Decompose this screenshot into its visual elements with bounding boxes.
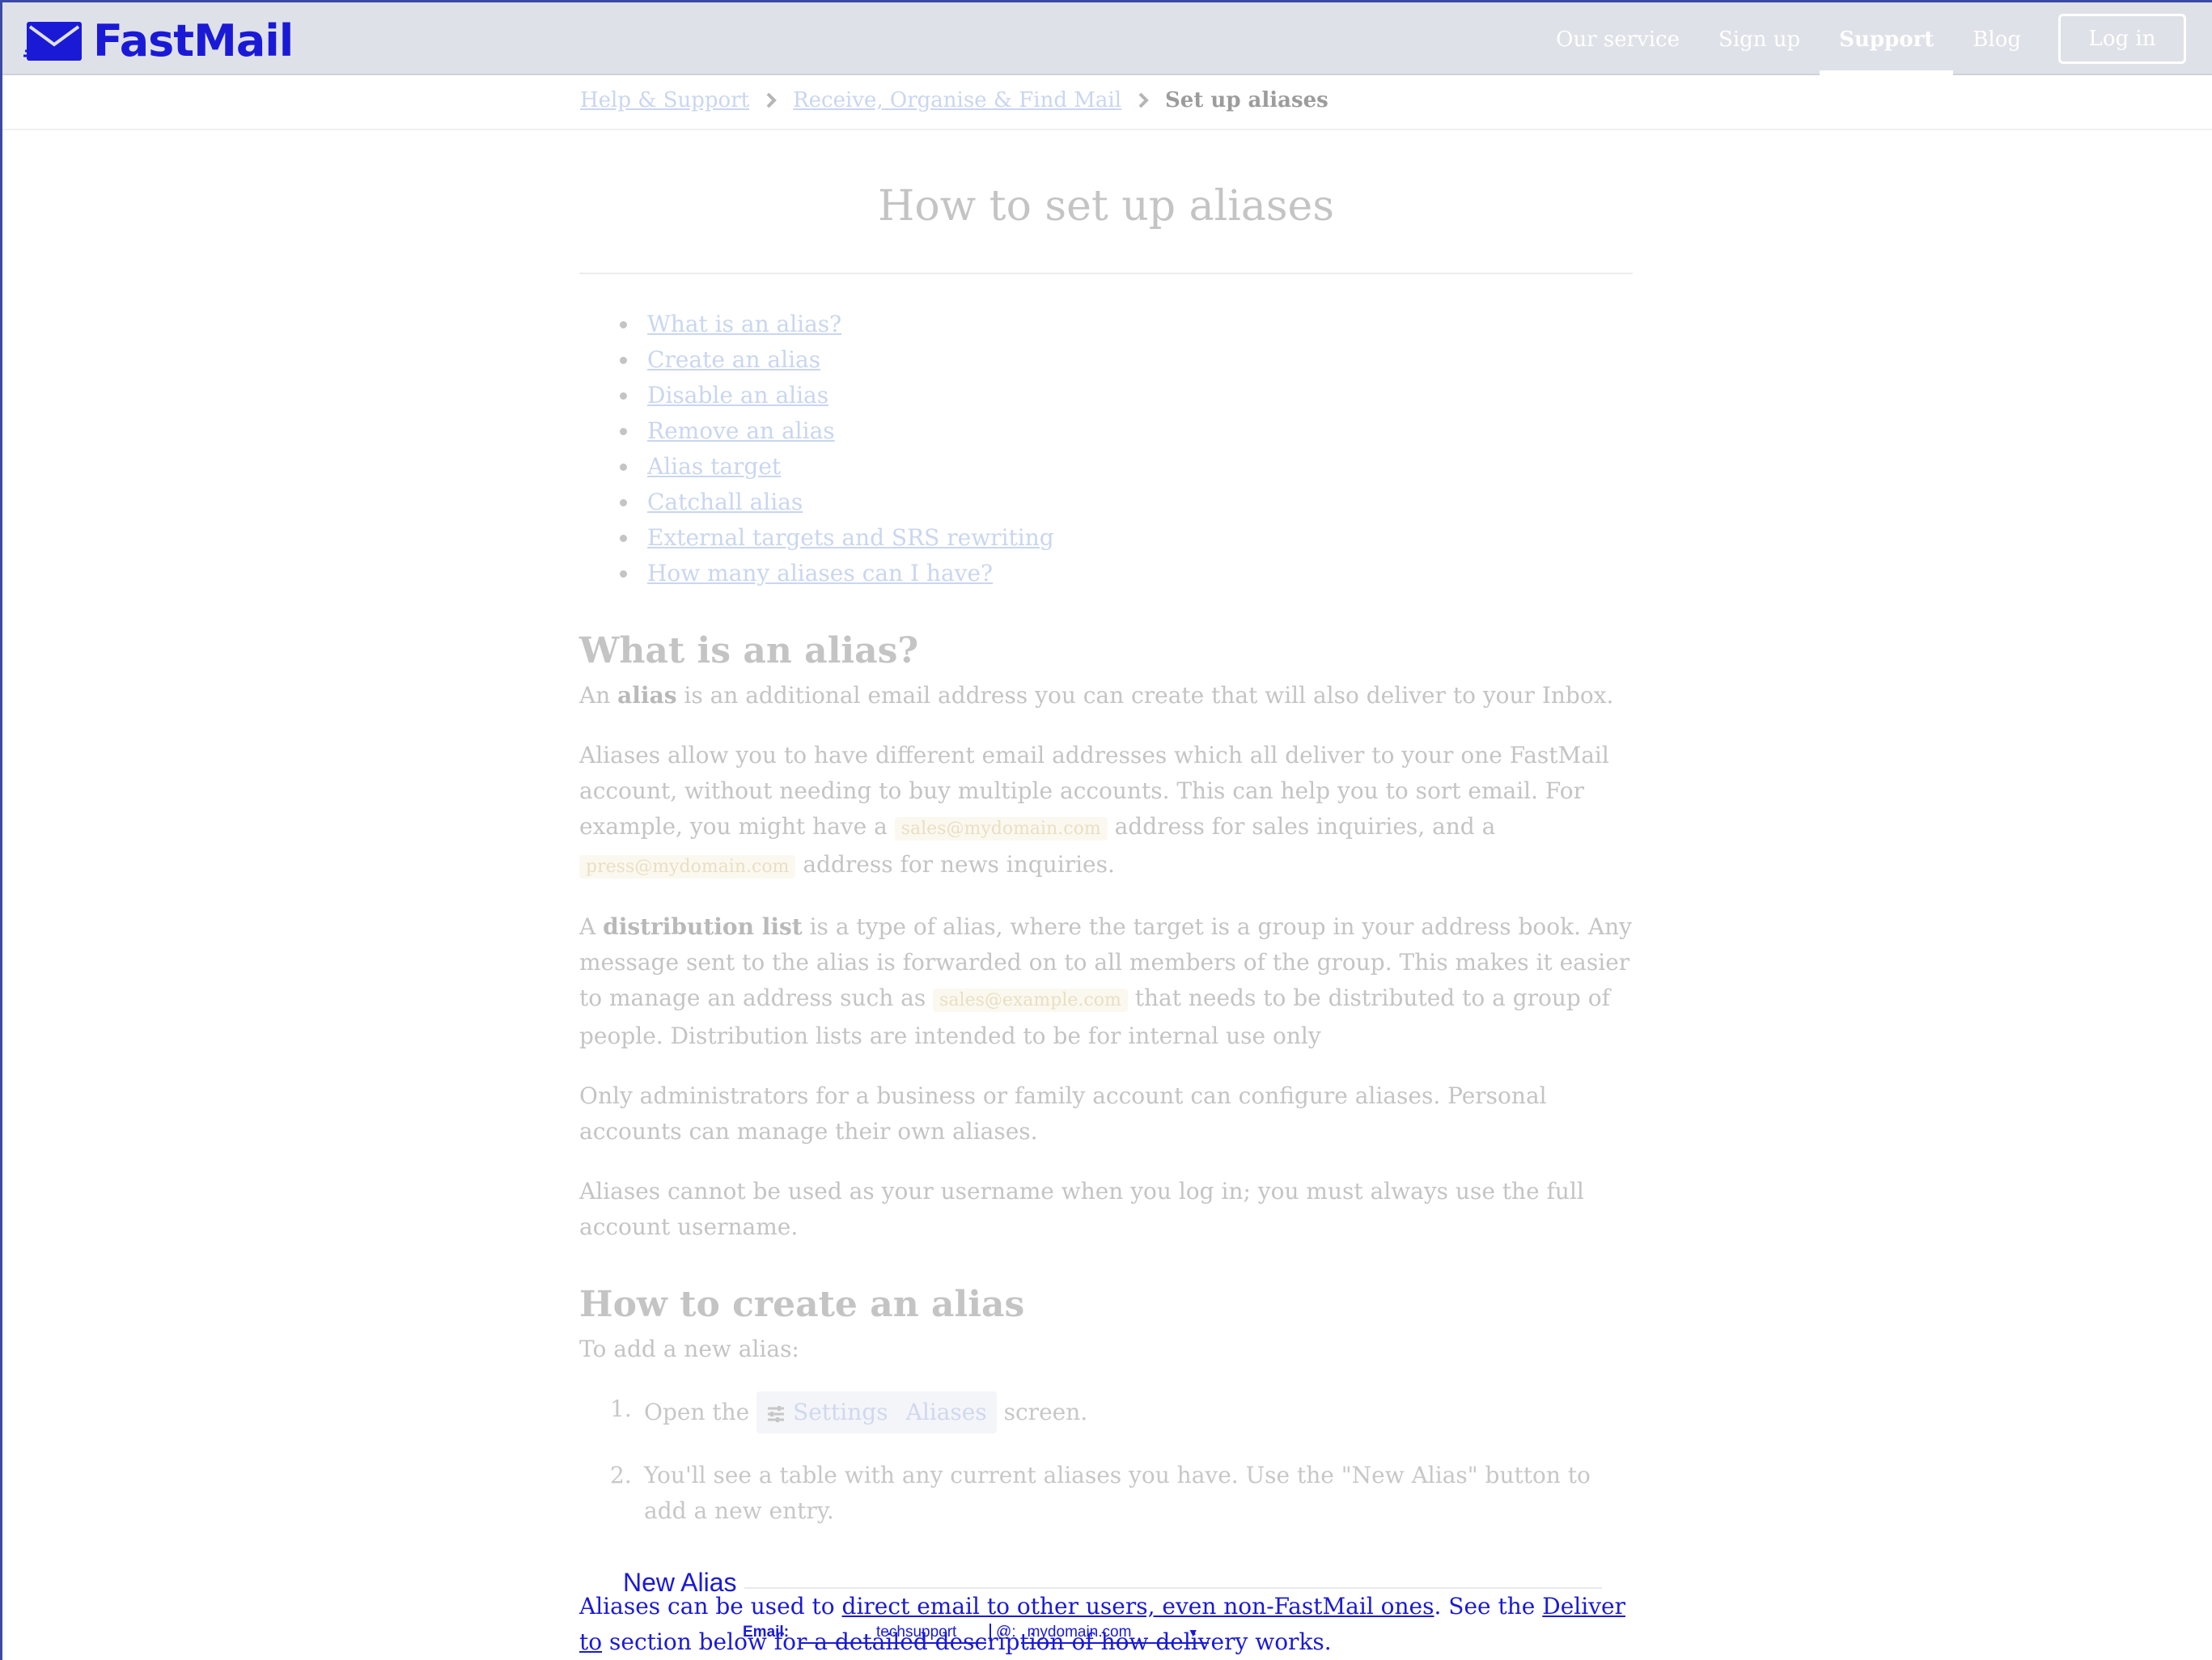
text: screen. xyxy=(996,1399,1088,1425)
toc-item: External targets and SRS rewriting xyxy=(620,520,1633,556)
main-nav: Our service Sign up Support Blog Log in xyxy=(1536,2,2212,75)
toc-item: Alias target xyxy=(620,449,1633,485)
domain-select[interactable]: mydomain.com ▼ xyxy=(1020,1621,1209,1644)
nav-blog[interactable]: Blog xyxy=(1953,2,2040,75)
nav-support[interactable]: Support xyxy=(1820,2,1954,75)
toc-link-create-alias[interactable]: Create an alias xyxy=(647,346,820,373)
settings-path[interactable]: Settings Aliases xyxy=(756,1391,997,1433)
email-field[interactable]: techsupport xyxy=(800,1621,987,1644)
login-button[interactable]: Log in xyxy=(2058,14,2186,64)
section-heading-create-alias: How to create an alias xyxy=(579,1284,1025,1325)
toc-link-alias-target[interactable]: Alias target xyxy=(647,453,781,480)
path-aliases: Aliases xyxy=(905,1399,987,1425)
step-item: 1. Open the Settings Aliases screen. xyxy=(610,1391,1633,1433)
new-alias-form: Email: techsupport @: mydomain.com ▼ xyxy=(743,1621,1209,1644)
paragraph: An alias is an additional email address … xyxy=(579,678,1633,714)
nav-our-service[interactable]: Our service xyxy=(1536,2,1699,75)
breadcrumb-current: Set up aliases xyxy=(1165,88,1328,112)
step-number: 2. xyxy=(610,1462,632,1488)
step-text: You'll see a table with any current alia… xyxy=(644,1462,1591,1524)
steps-list: 1. Open the Settings Aliases screen. 2. Y… xyxy=(610,1391,1633,1529)
toc-link-what-is-alias[interactable]: What is an alias? xyxy=(647,311,841,337)
breadcrumb: Help & Support Receive, Organise & Find … xyxy=(580,88,1328,112)
paragraph: Only administrators for a business or fa… xyxy=(579,1082,1547,1145)
paragraph: To add a new alias: xyxy=(579,1336,799,1362)
toc-link-how-many[interactable]: How many aliases can I have? xyxy=(647,560,993,587)
toc-link-catchall[interactable]: Catchall alias xyxy=(647,489,803,515)
email-value: techsupport xyxy=(876,1624,957,1641)
email-label: Email: xyxy=(743,1624,790,1641)
chevron-right-icon xyxy=(1138,92,1149,108)
toc-link-disable-alias[interactable]: Disable an alias xyxy=(647,382,828,409)
paragraph: A distribution list is a type of alias, … xyxy=(579,909,1633,1054)
text: address for news inquiries. xyxy=(795,851,1115,878)
bold-term: distribution list xyxy=(603,913,803,940)
toc-item: Remove an alias xyxy=(620,413,1633,449)
domain-value: mydomain.com xyxy=(1027,1624,1132,1641)
step-number: 1. xyxy=(610,1395,632,1422)
toc-item: What is an alias? xyxy=(620,307,1633,342)
text: Open the xyxy=(644,1399,757,1425)
text: is an additional email address you can c… xyxy=(676,682,1614,709)
code-sample: sales@example.com xyxy=(933,989,1128,1012)
path-settings: Settings xyxy=(793,1399,888,1425)
text: address for sales inquiries, and a xyxy=(1107,813,1496,840)
logo-text: FastMail xyxy=(93,15,294,66)
breadcrumb-help-support[interactable]: Help & Support xyxy=(580,88,749,112)
text: A xyxy=(579,913,604,940)
at-sign: @: xyxy=(989,1624,1016,1641)
nav-sign-up[interactable]: Sign up xyxy=(1699,2,1820,75)
text: . See the xyxy=(1434,1593,1543,1620)
toc-item: Create an alias xyxy=(620,342,1633,378)
settings-sliders-icon xyxy=(768,1405,785,1422)
chevron-down-icon: ▼ xyxy=(1187,1626,1199,1639)
code-sample: sales@mydomain.com xyxy=(894,817,1108,841)
step-text: Open the Settings Aliases screen. xyxy=(644,1391,1087,1433)
envelope-logo-icon xyxy=(23,21,82,61)
text: Aliases can be used to xyxy=(579,1593,842,1620)
link-direct-email[interactable]: direct email to other users, even non-Fa… xyxy=(842,1593,1434,1620)
section-heading-what-is-alias: What is an alias? xyxy=(579,630,919,671)
page-title: How to set up aliases xyxy=(579,130,1633,274)
toc-item: How many aliases can I have? xyxy=(620,556,1633,591)
chevron-right-icon xyxy=(766,92,777,108)
table-of-contents: What is an alias? Create an alias Disabl… xyxy=(620,307,1633,591)
breadcrumb-receive-organise[interactable]: Receive, Organise & Find Mail xyxy=(793,88,1121,112)
step-item: 2. You'll see a table with any current a… xyxy=(610,1458,1633,1529)
text: An xyxy=(579,682,618,709)
paragraph: Aliases cannot be used as your username … xyxy=(579,1178,1584,1240)
fastmail-logo[interactable]: FastMail xyxy=(23,15,294,66)
toc-link-external-targets[interactable]: External targets and SRS rewriting xyxy=(647,524,1054,551)
code-sample: press@mydomain.com xyxy=(579,855,796,879)
bold-term: alias xyxy=(617,682,677,709)
article: How to set up aliases What is an alias? … xyxy=(579,130,1633,1553)
paragraph: Aliases allow you to have different emai… xyxy=(579,738,1633,885)
toc-link-remove-alias[interactable]: Remove an alias xyxy=(647,417,835,444)
breadcrumb-bar: Help & Support Receive, Organise & Find … xyxy=(2,77,2212,130)
toc-item: Disable an alias xyxy=(620,378,1633,413)
top-header: FastMail Our service Sign up Support Blo… xyxy=(2,2,2212,75)
toc-item: Catchall alias xyxy=(620,485,1633,520)
